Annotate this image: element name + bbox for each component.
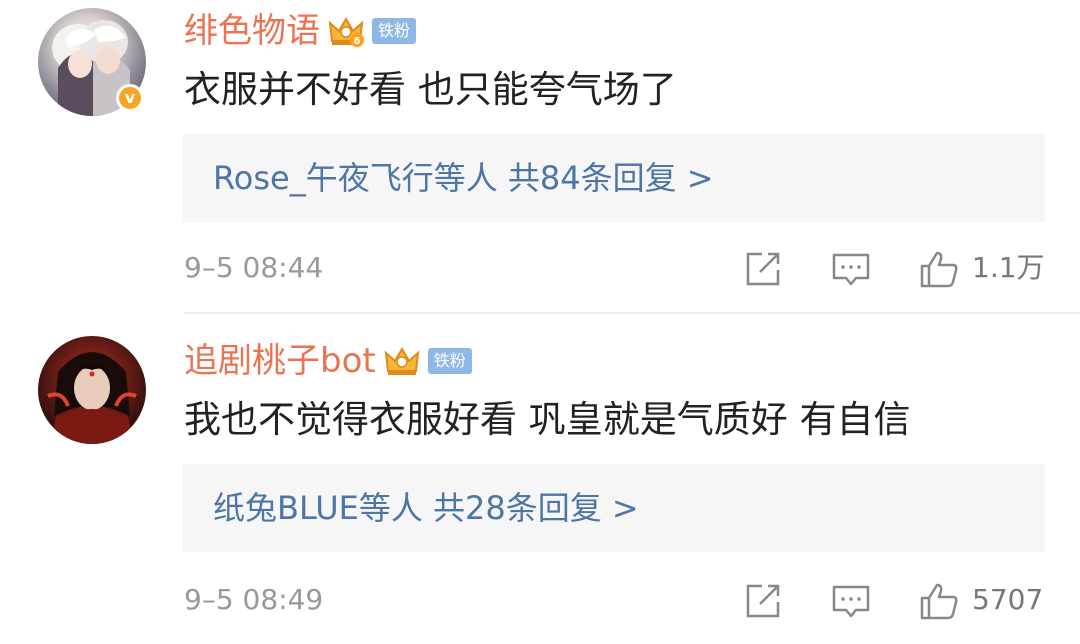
share-icon: [746, 252, 780, 286]
like-button[interactable]: [918, 580, 960, 622]
reply-summary-link[interactable]: Rose_午夜飞行等人 共84条回复 >: [213, 134, 714, 222]
anime-avatar-icon: [47, 352, 137, 444]
comment-header: 绯色物语 6 铁粉: [184, 8, 417, 54]
comment-text: 我也不觉得衣服好看 巩皇就是气质好 有自信: [184, 398, 911, 441]
avatar[interactable]: [38, 336, 146, 444]
share-button[interactable]: [742, 580, 784, 622]
comment-divider: [184, 312, 1080, 314]
comment-text: 衣服并不好看 也只能夸气场了: [184, 68, 677, 111]
vip-crown-icon: 6: [328, 17, 364, 47]
like-count: 5707: [972, 583, 1044, 616]
reply-summary-box[interactable]: Rose_午夜飞行等人 共84条回复 >: [183, 134, 1045, 222]
reply-summary-link[interactable]: 纸兔BLUE等人 共28条回复 >: [213, 464, 639, 552]
share-icon: [746, 584, 780, 618]
timestamp: 9–5 08:49: [184, 583, 324, 616]
svg-text:6: 6: [354, 36, 361, 47]
username[interactable]: 绯色物语: [184, 8, 320, 54]
verified-badge: v: [116, 84, 144, 112]
comment-button[interactable]: [830, 580, 872, 622]
comment-header: 追剧桃子bot 铁粉: [184, 338, 472, 384]
comment-icon: [832, 253, 870, 286]
reply-summary-box[interactable]: 纸兔BLUE等人 共28条回复 >: [183, 464, 1045, 552]
like-button[interactable]: [918, 248, 960, 290]
fan-badge: 铁粉: [372, 18, 417, 44]
like-icon: [920, 251, 958, 288]
like-count: 1.1万: [972, 251, 1045, 284]
share-button[interactable]: [742, 248, 784, 290]
comment-footer: 9–5 08:49 5707: [184, 570, 1046, 630]
timestamp: 9–5 08:44: [184, 251, 324, 284]
fan-badge: 铁粉: [427, 348, 472, 374]
vip-crown-icon: [384, 347, 420, 375]
like-icon: [920, 583, 958, 620]
comment-icon: [832, 585, 870, 618]
comment-footer: 9–5 08:44 1.1万: [184, 238, 1046, 298]
username[interactable]: 追剧桃子bot: [184, 338, 376, 384]
comment-item: v 绯色物语 6 铁粉 衣服并不好看 也只能夸气场了 Rose_午夜飞行等人 共…: [0, 0, 1080, 312]
comment-button[interactable]: [830, 248, 872, 290]
comment-item: 追剧桃子bot 铁粉 我也不觉得衣服好看 巩皇就是气质好 有自信 纸兔BLUE等…: [0, 322, 1080, 644]
